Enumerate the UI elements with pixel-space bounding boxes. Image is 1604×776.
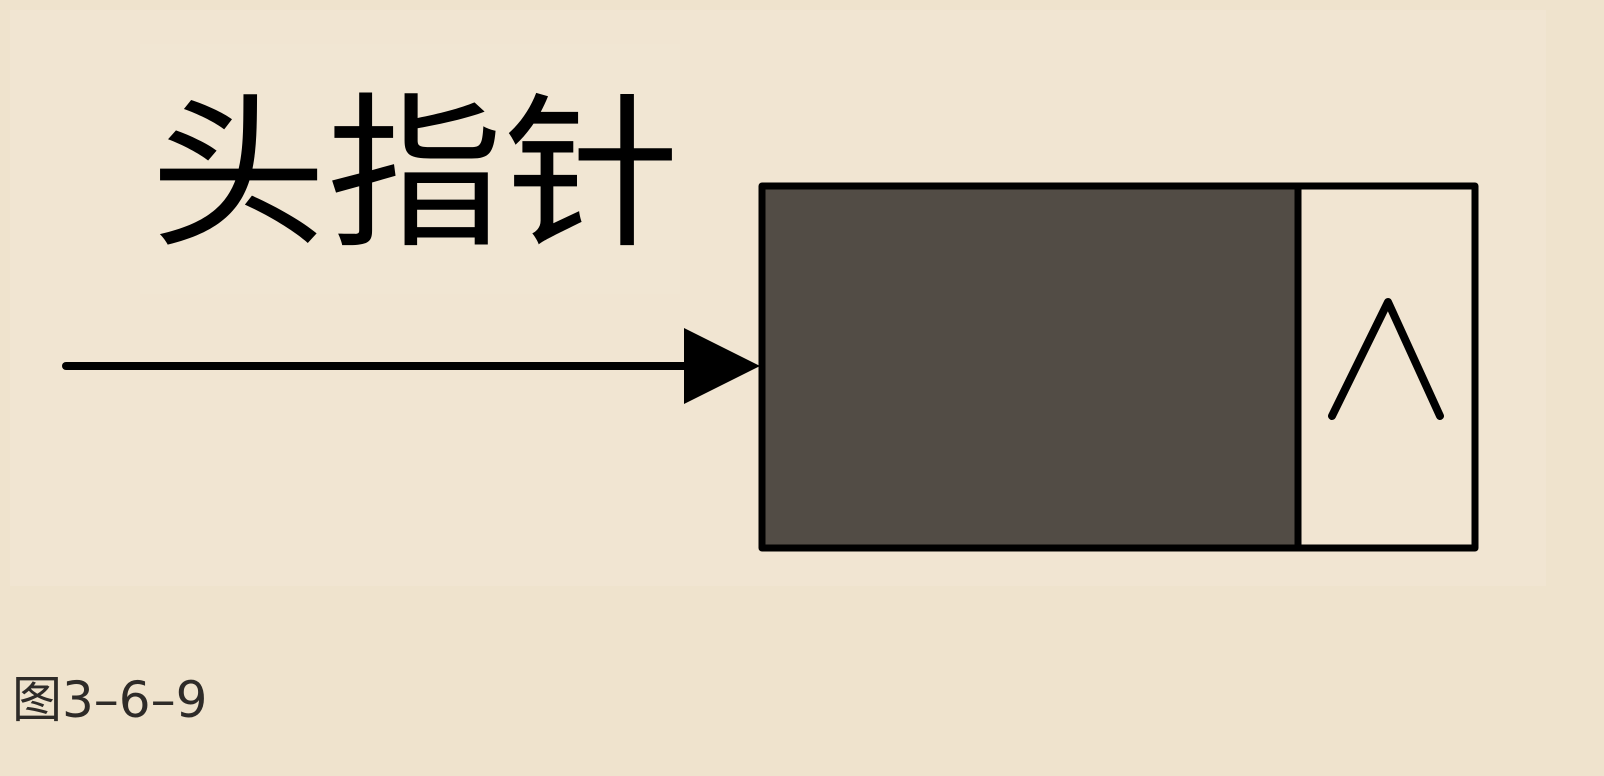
node-pointer-field bbox=[1294, 182, 1479, 552]
head-pointer-label: 头指针 bbox=[150, 79, 680, 272]
figure-caption: 图3–6–9 bbox=[12, 671, 208, 729]
node-data-field bbox=[758, 182, 1302, 552]
linked-list-diagram: 头指针 ^ bbox=[62, 44, 1479, 552]
head-pointer-arrowhead bbox=[684, 328, 760, 404]
